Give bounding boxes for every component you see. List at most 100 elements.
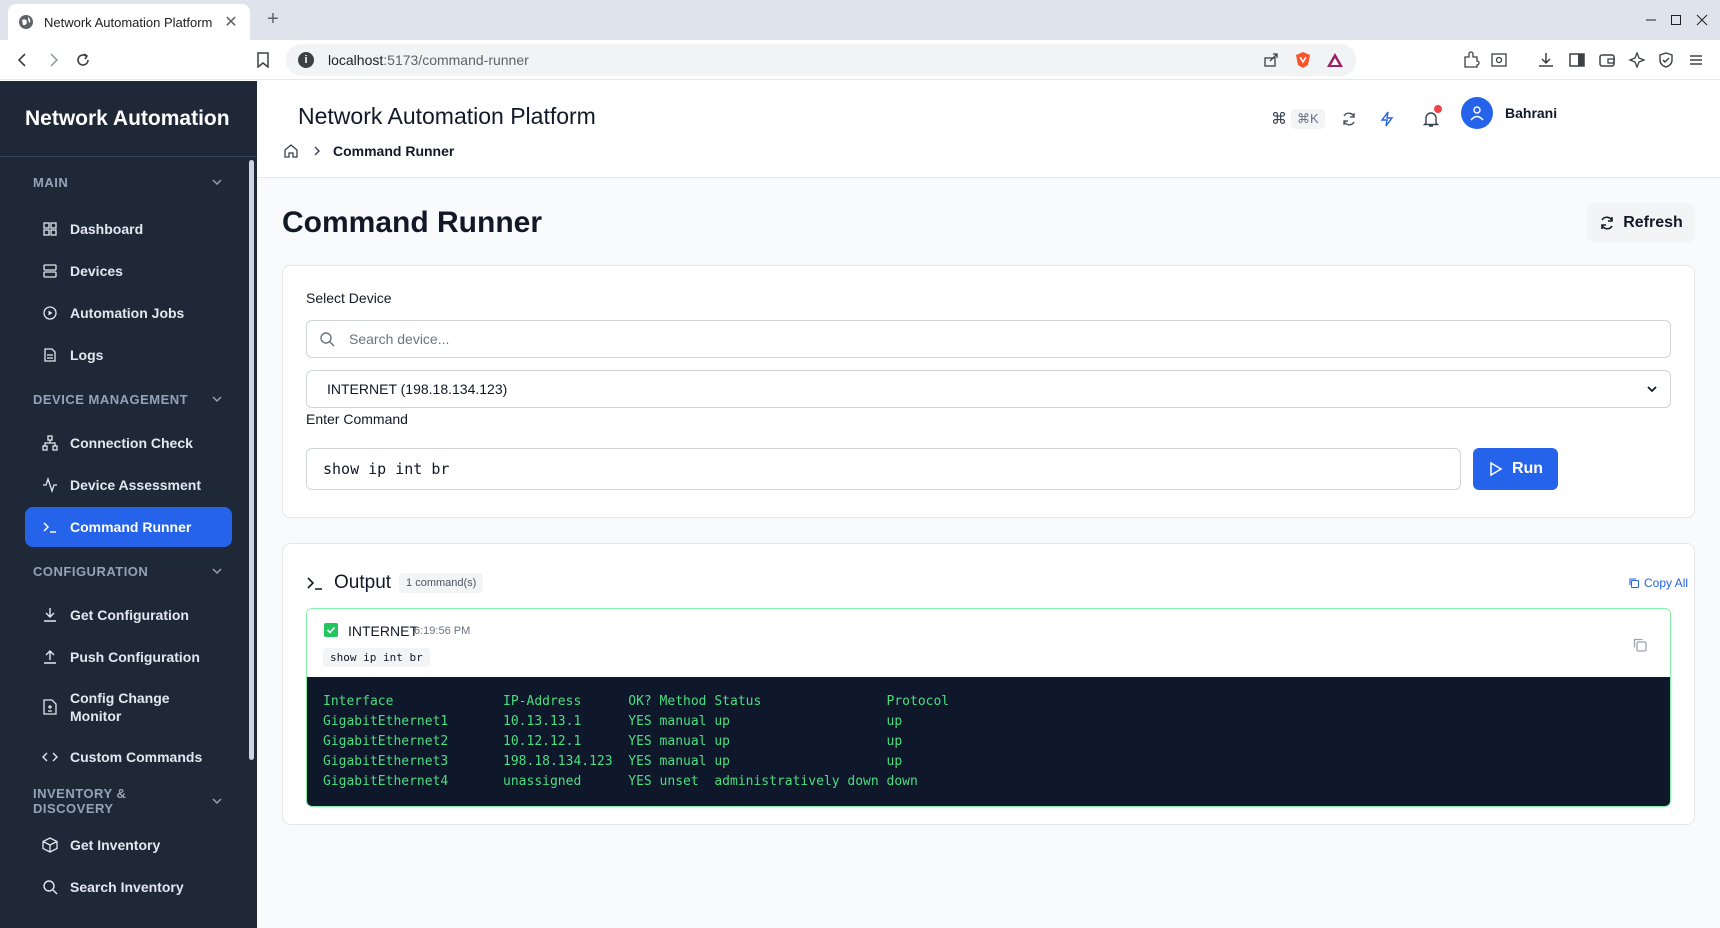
upload-icon [41, 648, 59, 666]
address-bar[interactable]: i localhost:5173/command-runner [286, 44, 1356, 76]
refresh-button[interactable]: Refresh [1587, 203, 1695, 243]
section-main[interactable]: MAIN [0, 157, 257, 207]
new-tab-icon[interactable]: + [262, 8, 284, 30]
wallet-icon[interactable] [1596, 49, 1618, 71]
breadcrumb-current: Command Runner [333, 143, 455, 159]
section-title: MAIN [33, 174, 69, 190]
screenshot-icon[interactable] [1488, 49, 1510, 71]
leo-ai-icon[interactable] [1626, 49, 1648, 71]
command-form-card: Select Device Search device... INTERNET … [282, 265, 1695, 518]
section-configuration[interactable]: CONFIGURATION [0, 549, 257, 593]
chevron-down-icon [212, 179, 222, 186]
address-toolbar: i localhost:5173/command-runner [0, 40, 1720, 80]
server-icon [41, 262, 59, 280]
user-name: Bahrani [1505, 105, 1558, 121]
sidebar-item-label: Automation Jobs [70, 305, 185, 321]
share-icon[interactable] [1260, 49, 1282, 71]
sidebar-scrollbar[interactable] [249, 160, 254, 760]
sidebar-item-connection-check[interactable]: Connection Check [25, 423, 232, 463]
sidebar-item-logs[interactable]: Logs [25, 335, 232, 375]
breadcrumb: Command Runner [283, 143, 454, 159]
user-menu[interactable]: Bahrani [1461, 97, 1557, 129]
chevron-down-icon [212, 798, 222, 805]
sidebar-item-push-configuration[interactable]: Push Configuration [25, 637, 232, 677]
device-search-input[interactable]: Search device... [306, 320, 1671, 358]
sidebar-item-search-inventory[interactable]: Search Inventory [25, 867, 232, 907]
sidebar-item-dashboard[interactable]: Dashboard [25, 209, 232, 249]
chevron-right-icon [313, 143, 321, 159]
terminal-icon [41, 518, 59, 536]
browser-tab-strip: Network Automation Platform ✕ + [0, 0, 1720, 40]
sidebar-item-get-configuration[interactable]: Get Configuration [25, 595, 232, 635]
section-title: INVENTORY & DISCOVERY [33, 786, 127, 816]
chevron-down-icon [1647, 386, 1657, 393]
sidebar-item-devices[interactable]: Devices [25, 251, 232, 291]
output-title: Output [334, 572, 392, 593]
bookmark-icon[interactable] [251, 48, 275, 72]
result-command: show ip int br [323, 648, 430, 667]
command-palette-button[interactable]: ⌘ ⌘K [1271, 105, 1325, 133]
main-content: Command Runner Refresh Select Device Sea… [257, 178, 1720, 928]
tab-close-icon[interactable]: ✕ [222, 12, 240, 32]
refresh-label: Refresh [1623, 214, 1683, 231]
sidebar-toggle-icon[interactable] [1566, 49, 1588, 71]
sidebar-item-label: Custom Commands [70, 749, 203, 765]
device-select[interactable]: INTERNET (198.18.134.123) [306, 370, 1671, 408]
sidebar-item-label: Push Configuration [70, 649, 200, 665]
download-icon[interactable] [1535, 49, 1557, 71]
extensions-icon[interactable] [1460, 49, 1482, 71]
app-title: Network Automation Platform [298, 103, 596, 129]
sync-icon[interactable] [1339, 105, 1359, 133]
run-button[interactable]: Run [1473, 448, 1558, 490]
sidebar-item-custom-commands[interactable]: Custom Commands [25, 737, 232, 777]
copy-all-button[interactable]: Copy All [1628, 576, 1688, 590]
sidebar-item-config-change-monitor[interactable]: Config Change Monitor [25, 679, 232, 735]
sidebar-item-label: Connection Check [70, 435, 193, 451]
browser-tab[interactable]: Network Automation Platform ✕ [8, 4, 250, 40]
sidebar-item-label: Get Configuration [70, 607, 189, 623]
copy-all-label: Copy All [1644, 576, 1689, 590]
sidebar-item-label: Get Inventory [70, 837, 161, 853]
play-circle-icon [41, 304, 59, 322]
search-icon [320, 332, 335, 347]
forward-icon[interactable] [41, 48, 65, 72]
search-icon [41, 878, 59, 896]
enter-command-label: Enter Command [306, 411, 408, 427]
globe-icon [18, 14, 34, 30]
brand-title: Network Automation [0, 81, 257, 157]
activity-icon [41, 476, 59, 494]
sidebar-item-label: Devices [70, 263, 123, 279]
brave-shield-icon[interactable] [1292, 49, 1314, 71]
download-icon [41, 606, 59, 624]
sidebar-item-label: Logs [70, 347, 104, 363]
copy-icon [1629, 578, 1640, 589]
copy-icon[interactable] [1632, 637, 1650, 655]
section-inventory-discovery[interactable]: INVENTORY & DISCOVERY [0, 779, 257, 823]
result-timestamp: 6:19:56 PM [414, 625, 471, 637]
sidebar-item-automation-jobs[interactable]: Automation Jobs [25, 293, 232, 333]
play-icon [1490, 461, 1503, 477]
sidebar-item-device-assessment[interactable]: Device Assessment [25, 465, 232, 505]
window-close-icon[interactable] [1684, 0, 1720, 40]
sidebar-item-label: Dashboard [70, 221, 144, 237]
brave-rewards-icon[interactable] [1324, 49, 1346, 71]
reload-icon[interactable] [71, 48, 95, 72]
app-header: Network Automation Platform Command Runn… [257, 81, 1720, 178]
url-text: localhost:5173/command-runner [328, 52, 529, 68]
lightning-icon[interactable] [1377, 105, 1397, 133]
notification-dot [1434, 105, 1442, 113]
menu-icon[interactable] [1685, 49, 1707, 71]
notifications-bell-icon[interactable] [1420, 105, 1442, 133]
command-input[interactable]: show ip int br [306, 448, 1461, 490]
home-icon[interactable] [283, 143, 299, 159]
sidebar-item-command-runner[interactable]: Command Runner [25, 507, 232, 547]
site-info-icon[interactable]: i [298, 52, 314, 68]
success-check-icon [324, 623, 338, 637]
search-placeholder: Search device... [349, 331, 450, 347]
vpn-shield-icon[interactable] [1655, 49, 1677, 71]
chevron-down-icon [212, 396, 222, 403]
sidebar-item-label: Search Inventory [70, 879, 184, 895]
back-icon[interactable] [11, 48, 35, 72]
section-device-management[interactable]: DEVICE MANAGEMENT [0, 377, 257, 421]
sidebar-item-get-inventory[interactable]: Get Inventory [25, 825, 232, 865]
